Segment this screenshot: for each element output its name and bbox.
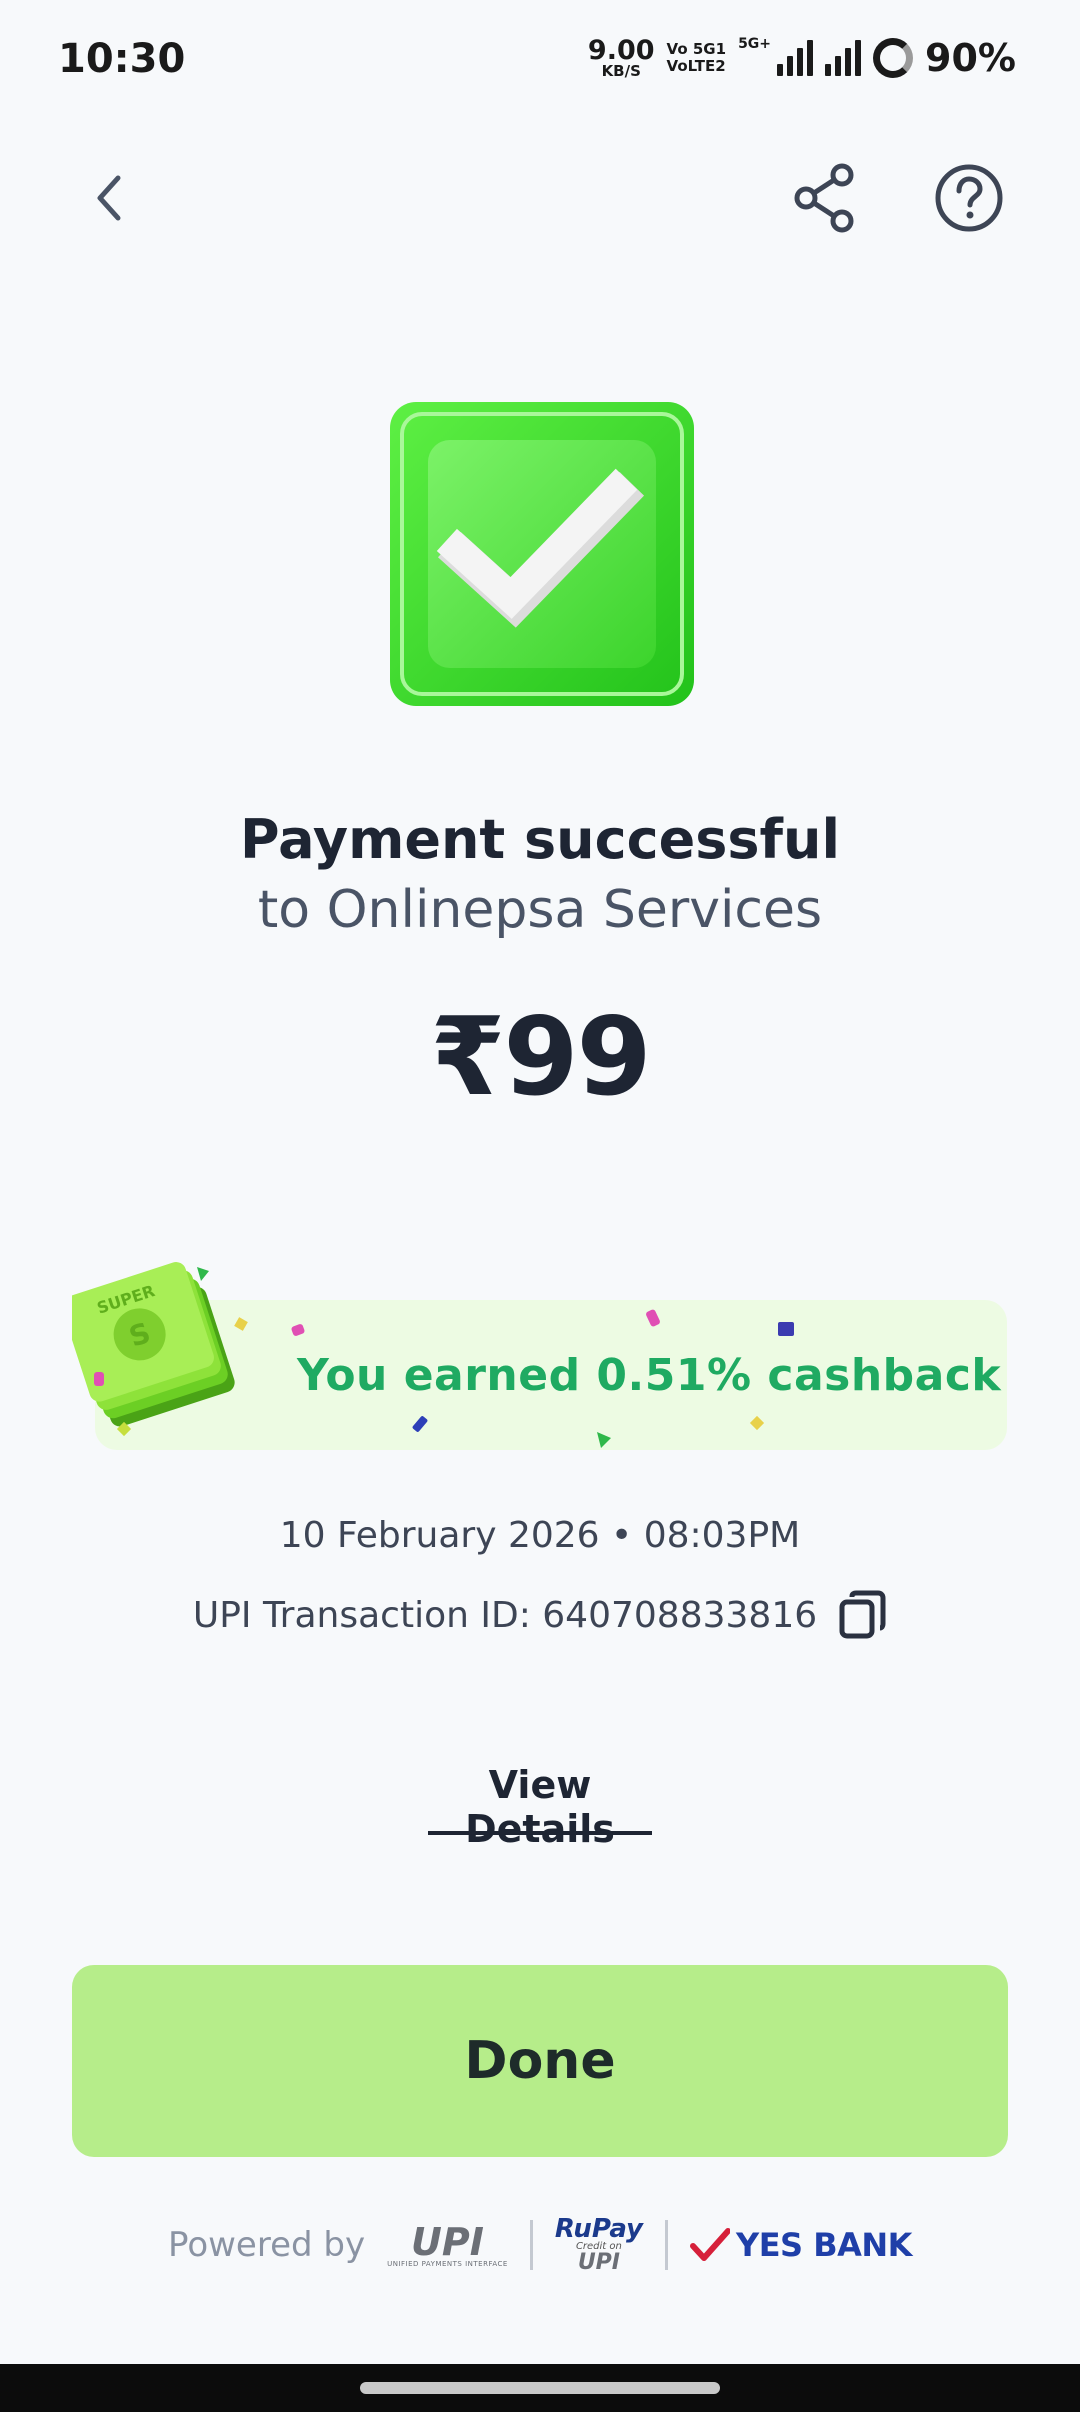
powered-by-label: Powered by	[168, 2225, 366, 2265]
footer-divider	[665, 2220, 669, 2270]
upi-logo: UPI UNIFIED PAYMENTS INTERFACE	[387, 2223, 508, 2268]
payment-amount: ₹99	[430, 995, 651, 1120]
status-indicators: 9.00 KB/S Vo 5G1 VoLTE2 5G+ 90%	[588, 36, 1016, 80]
powered-by-footer: Powered by UPI UNIFIED PAYMENTS INTERFAC…	[0, 2210, 1080, 2280]
share-button[interactable]	[780, 153, 870, 243]
upi-logo-text: UPI	[411, 2219, 484, 2264]
footer-divider	[529, 2220, 533, 2270]
network-type: 5G+	[738, 36, 772, 52]
copy-transaction-id-button[interactable]	[837, 1590, 887, 1640]
rupay-logo-text: RuPay	[554, 2214, 644, 2244]
network-speed-unit: KB/S	[601, 62, 641, 80]
back-button[interactable]	[65, 153, 155, 243]
payee-name: to Onlinepsa Services	[257, 880, 823, 940]
share-icon	[794, 163, 854, 233]
done-button[interactable]: Done	[72, 1965, 1008, 2157]
transaction-id-row: UPI Transaction ID: 640708833816	[0, 1590, 1080, 1640]
rupay-upi-text: UPI	[577, 2250, 620, 2275]
network-speed: 9.00 KB/S	[588, 37, 655, 79]
volte-line-1: Vo 5G1	[666, 39, 727, 58]
payment-status-title: Payment successful	[239, 808, 840, 871]
yes-bank-text: YES BANK	[736, 2226, 912, 2264]
help-button[interactable]	[924, 153, 1014, 243]
view-details-link[interactable]: View Details	[428, 1763, 652, 1851]
signal-strength-icon	[825, 40, 862, 76]
system-navigation-bar	[0, 2364, 1080, 2412]
volte-line-2: VoLTE2	[666, 57, 726, 75]
transaction-datetime: 10 February 2026 • 08:03PM	[279, 1515, 801, 1556]
battery-percentage: 90%	[925, 36, 1016, 80]
home-gesture-handle[interactable]	[360, 2382, 720, 2394]
chevron-left-icon	[97, 175, 121, 221]
status-time: 10:30	[58, 36, 186, 82]
check-badge-icon	[390, 402, 694, 706]
yes-bank-logo: YES BANK	[690, 2226, 912, 2264]
signal-strength-icon	[777, 40, 814, 76]
battery-icon	[873, 38, 914, 78]
rupay-logo: RuPay Credit on UPI	[555, 2216, 643, 2274]
network-speed-value: 9.00	[587, 35, 655, 66]
status-bar: 10:30 9.00 KB/S Vo 5G1 VoLTE2 5G+ 90%	[0, 0, 1080, 125]
cash-stack-icon: S SUPER	[72, 1262, 235, 1427]
cashback-text: You earned 0.51% cashback	[297, 1349, 1002, 1401]
upi-logo-subtext: UNIFIED PAYMENTS INTERFACE	[387, 2259, 508, 2268]
copy-icon	[839, 1590, 886, 1639]
transaction-id: UPI Transaction ID: 640708833816	[192, 1594, 818, 1636]
volte-indicator: Vo 5G1 VoLTE2	[666, 39, 727, 76]
help-circle-icon	[935, 164, 1003, 232]
payment-success-screen: 10:30 9.00 KB/S Vo 5G1 VoLTE2 5G+ 90% Pa…	[0, 0, 1080, 2412]
yes-bank-check-icon	[690, 2228, 731, 2261]
